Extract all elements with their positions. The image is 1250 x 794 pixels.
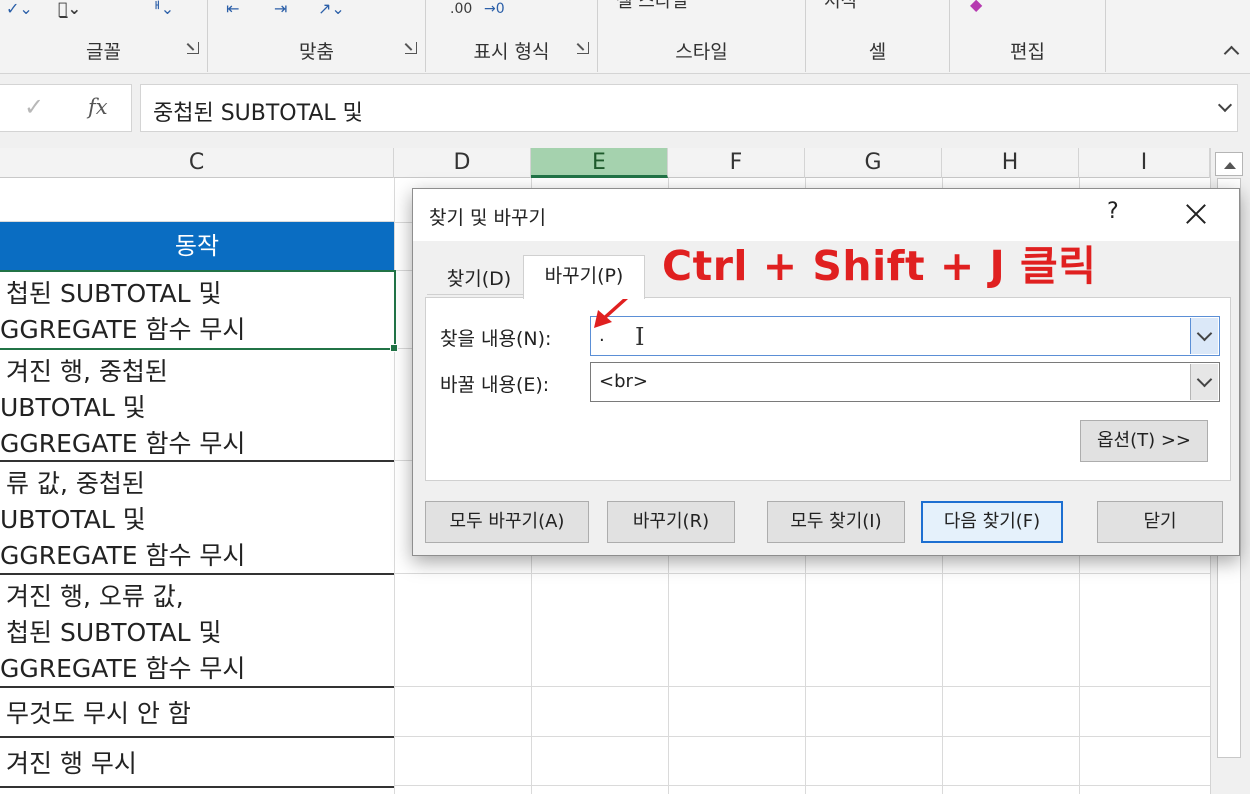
- table-row[interactable]: 겨진 행, 오류 값, 첩된 SUBTOTAL 및 GGREGATE 함수 무시: [0, 575, 394, 688]
- help-button[interactable]: ?: [1107, 199, 1119, 224]
- cell-text-line: GGREGATE 함수 무시: [0, 315, 246, 344]
- replace-tab-panel: 찾을 내용(N): . I 바꿀 내용(E): <br> 옵션(T) >>: [425, 297, 1231, 481]
- column-header-d[interactable]: D: [394, 148, 531, 178]
- table-header-cell[interactable]: 동작: [0, 222, 394, 270]
- number-group-label: 표시 형식: [473, 41, 550, 63]
- find-dropdown-icon[interactable]: [1190, 318, 1218, 354]
- number-group: .00 →0 표시 형식: [426, 0, 598, 72]
- cell-text-line: 겨진 행, 중첩된: [6, 357, 168, 386]
- format-button[interactable]: 서식: [824, 0, 857, 11]
- collapse-ribbon-icon[interactable]: [1224, 44, 1238, 58]
- table-row[interactable]: 무것도 무시 안 함: [0, 688, 394, 738]
- dialog-title: 찾기 및 바꾸기: [429, 207, 546, 229]
- gridline: [394, 785, 1210, 786]
- table-cell-empty[interactable]: [0, 178, 394, 222]
- font-group-label: 글꼴: [86, 41, 121, 63]
- replace-with-value: <br>: [599, 371, 648, 392]
- column-header-i[interactable]: I: [1079, 148, 1210, 178]
- replace-dropdown-icon[interactable]: [1190, 364, 1218, 400]
- table-row[interactable]: 겨진 행, 중첩된 UBTOTAL 및 GGREGATE 함수 무시: [0, 350, 394, 462]
- column-header-f[interactable]: F: [668, 148, 805, 178]
- tab-replace[interactable]: 바꾸기(P): [523, 255, 645, 299]
- gridline: [394, 686, 1210, 687]
- alignment-group: ⇤ ⇥ ↗⌄ 맞춤: [208, 0, 426, 72]
- table-row[interactable]: 겨진 행 무시: [0, 738, 394, 788]
- editing-group-label: 편집: [1010, 41, 1045, 63]
- styles-group-label: 스타일: [675, 41, 728, 63]
- close-icon[interactable]: [1179, 197, 1213, 231]
- replace-all-button[interactable]: 모두 바꾸기(A): [425, 501, 589, 543]
- close-button[interactable]: 닫기: [1097, 501, 1223, 543]
- formula-bar: ✓ fx 중첩된 SUBTOTAL 및: [0, 74, 1250, 148]
- fill-handle[interactable]: [390, 344, 398, 352]
- cells-group-label: 셀: [868, 41, 887, 63]
- ribbon: ✓⌄ 가̲⌄ ᅢ⌄ 글꼴 ⇤ ⇥ ↗⌄ 맞춤 .00 →0 표시 형식 셀 스타…: [0, 0, 1250, 74]
- cell-text-line: UBTOTAL 및: [0, 505, 146, 534]
- options-button[interactable]: 옵션(T) >>: [1080, 420, 1208, 462]
- decrease-decimal-icon[interactable]: →0: [484, 0, 505, 18]
- cells-group: 서식 셀: [806, 0, 950, 72]
- column-header-c[interactable]: C: [0, 148, 394, 178]
- font-color-icon[interactable]: ✓⌄: [6, 0, 33, 18]
- formula-value: 중첩된 SUBTOTAL 및: [153, 101, 363, 126]
- cell-text-line: UBTOTAL 및: [0, 393, 146, 422]
- cell-text-line: 첩된 SUBTOTAL 및: [6, 279, 222, 308]
- increase-indent-icon[interactable]: ⇥: [274, 0, 287, 18]
- text-color-icon[interactable]: 가̲⌄: [58, 0, 81, 18]
- enter-check-icon[interactable]: ✓: [24, 93, 44, 121]
- cell-text-line: 겨진 행, 오류 값,: [6, 582, 184, 611]
- formula-buttons: ✓ fx: [0, 84, 132, 132]
- column-header-g[interactable]: G: [805, 148, 942, 178]
- alignment-dialog-launcher-icon[interactable]: [405, 42, 417, 54]
- scroll-up-icon[interactable]: [1215, 152, 1243, 176]
- gridline: [394, 736, 1210, 737]
- number-dialog-launcher-icon[interactable]: [577, 42, 589, 54]
- insert-function-icon[interactable]: fx: [88, 95, 108, 119]
- decrease-indent-icon[interactable]: ⇤: [226, 0, 239, 18]
- cell-styles-button[interactable]: 셀 스타일: [616, 0, 688, 11]
- replace-button[interactable]: 바꾸기(R): [607, 501, 735, 543]
- font-group: ✓⌄ 가̲⌄ ᅢ⌄ 글꼴: [0, 0, 208, 72]
- cell-text-line: 류 값, 중첩된: [6, 469, 145, 498]
- find-all-button[interactable]: 모두 찾기(I): [767, 501, 905, 543]
- cell-text-line: 첩된 SUBTOTAL 및: [6, 618, 222, 647]
- orientation-icon[interactable]: ↗⌄: [318, 0, 345, 18]
- annotation-text: Ctrl + Shift + J 클릭: [662, 242, 1097, 290]
- find-next-button[interactable]: 다음 찾기(F): [921, 501, 1063, 543]
- find-what-input[interactable]: . I: [590, 316, 1220, 356]
- cell-text-line: GGREGATE 함수 무시: [0, 429, 246, 458]
- column-header-e[interactable]: E: [531, 148, 668, 178]
- clear-icon[interactable]: ◆: [970, 0, 982, 14]
- gridline: [394, 573, 1210, 574]
- cell-text-line: 겨진 행 무시: [6, 749, 137, 778]
- table-row[interactable]: 첩된 SUBTOTAL 및 GGREGATE 함수 무시: [0, 270, 394, 350]
- column-headers: C D E F G H I: [0, 148, 1210, 178]
- find-what-label: 찾을 내용(N):: [440, 328, 552, 350]
- table-row[interactable]: 류 값, 중첩된 UBTOTAL 및 GGREGATE 함수 무시: [0, 462, 394, 575]
- column-c-cells: 동작 첩된 SUBTOTAL 및 GGREGATE 함수 무시 겨진 행, 중첩…: [0, 178, 394, 794]
- cell-text-line: GGREGATE 함수 무시: [0, 654, 246, 683]
- tab-find[interactable]: 찾기(D): [427, 263, 531, 295]
- formula-input[interactable]: 중첩된 SUBTOTAL 및: [140, 84, 1238, 132]
- replace-with-label: 바꿀 내용(E):: [440, 374, 550, 396]
- font-dialog-launcher-icon[interactable]: [187, 42, 199, 54]
- styles-group: 셀 스타일 스타일: [598, 0, 806, 72]
- editing-group: ◆ 편집: [950, 0, 1106, 72]
- alignment-group-label: 맞춤: [299, 41, 334, 63]
- column-header-h[interactable]: H: [942, 148, 1079, 178]
- increase-decimal-icon[interactable]: .00: [450, 0, 472, 18]
- cell-text-line: 무것도 무시 안 함: [6, 699, 191, 728]
- cell-text-line: GGREGATE 함수 무시: [0, 541, 246, 570]
- replace-with-input[interactable]: <br>: [590, 362, 1220, 402]
- phonetic-icon[interactable]: ᅢ⌄: [146, 0, 174, 18]
